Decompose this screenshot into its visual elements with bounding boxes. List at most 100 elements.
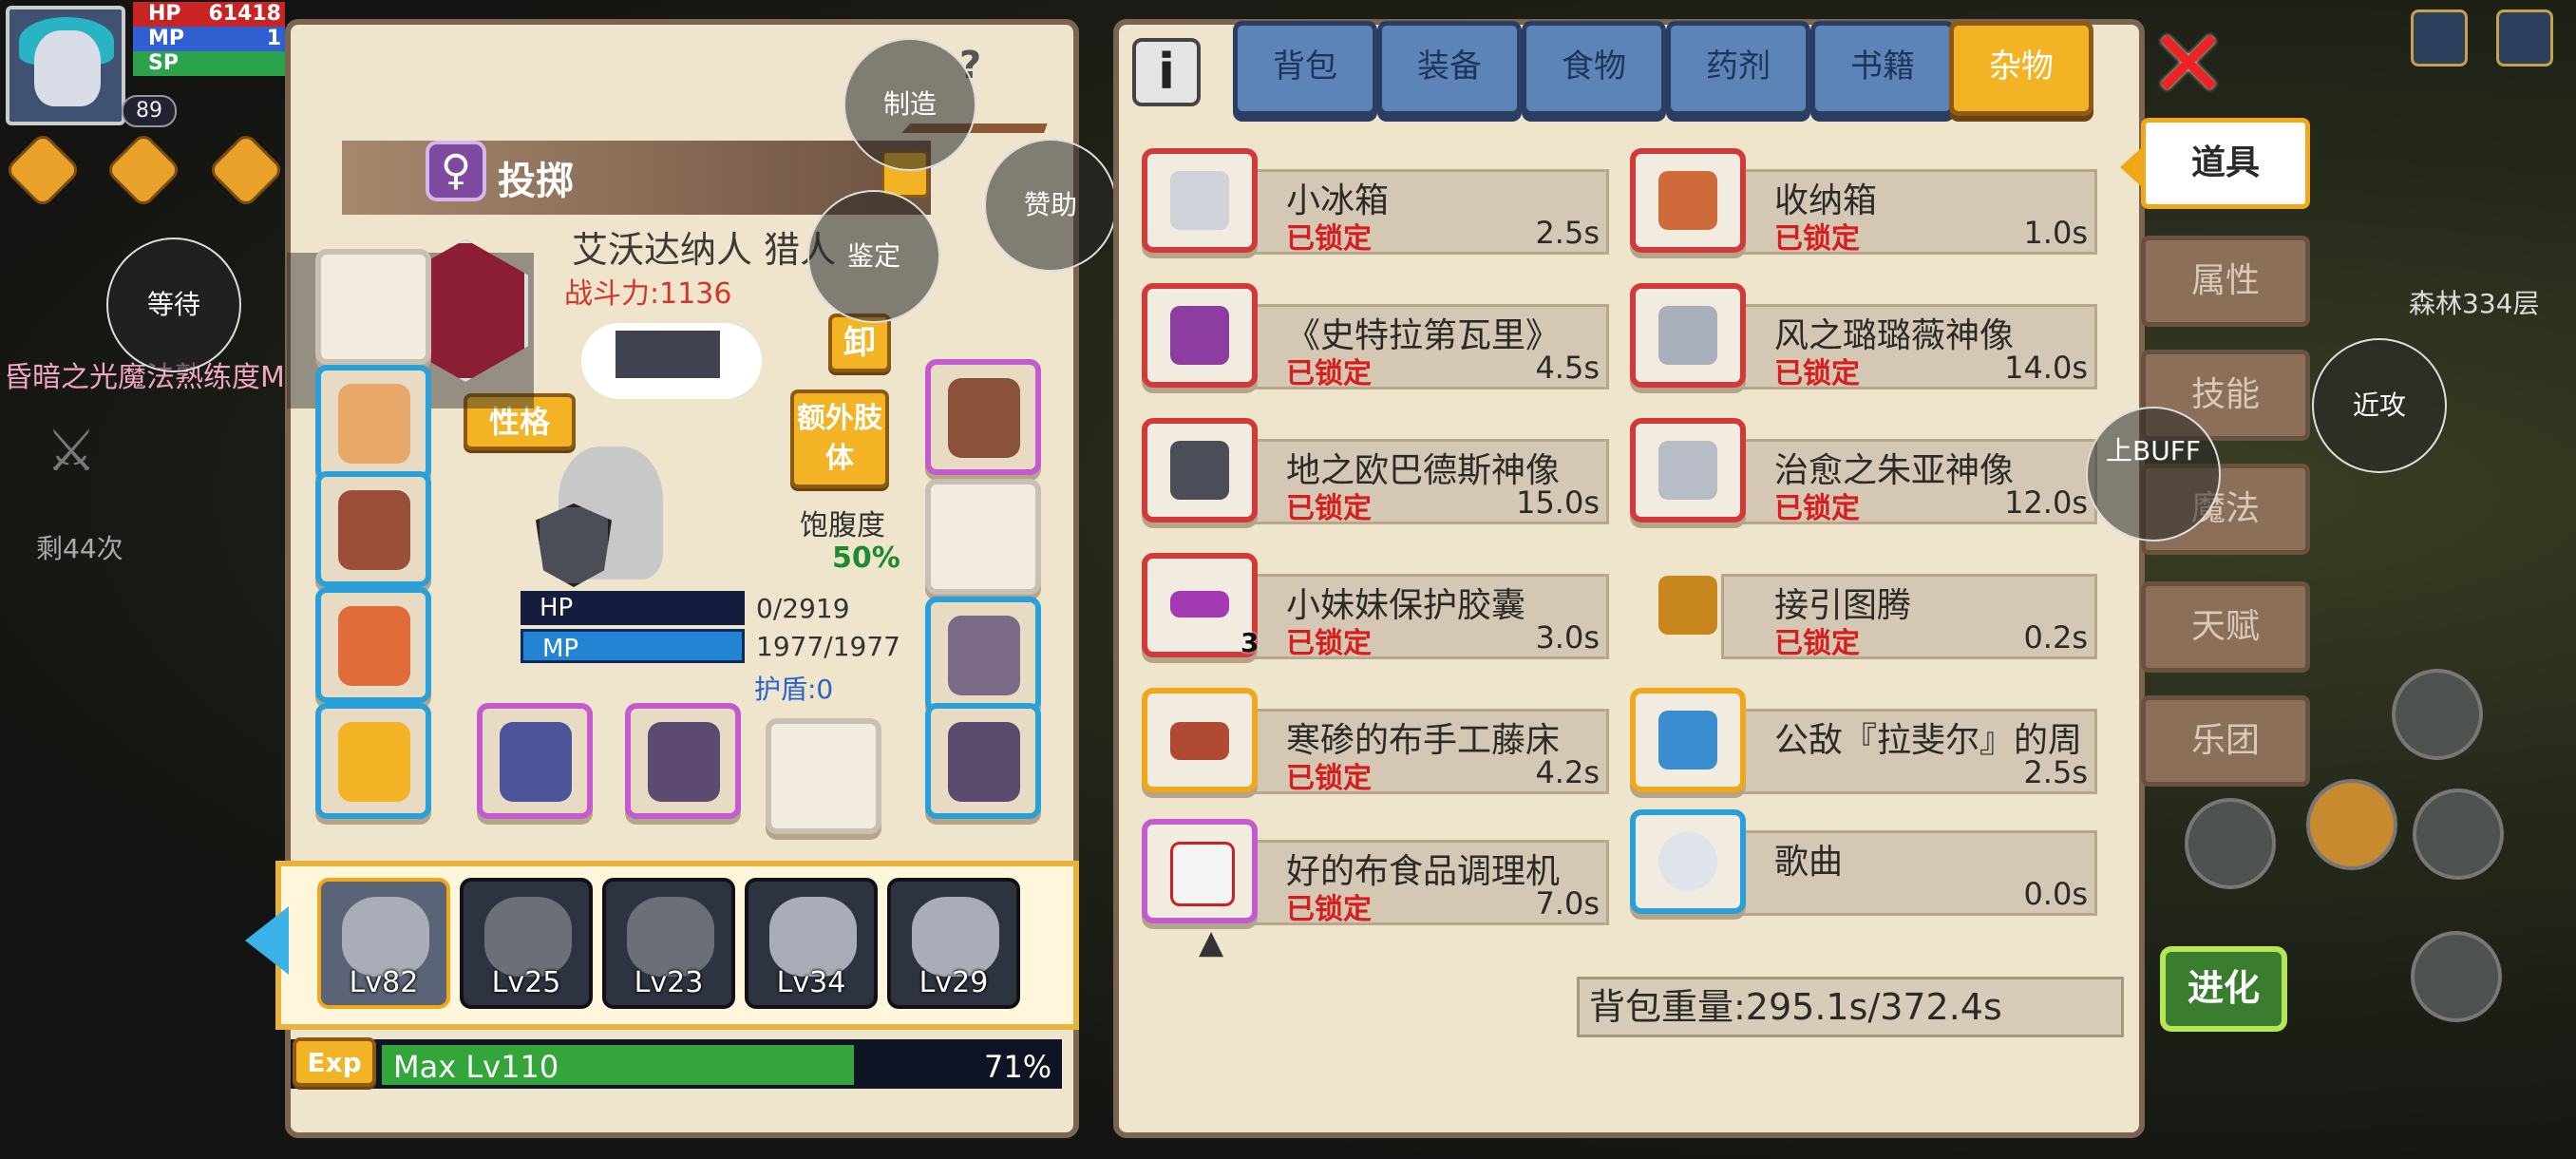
evolve-button[interactable]: 进化: [2160, 946, 2287, 1032]
info-button[interactable]: i: [1132, 38, 1201, 106]
equip-slot-empty[interactable]: [766, 718, 881, 834]
mp-value: 1: [266, 27, 281, 50]
shield-emblem-icon: [500, 722, 572, 802]
bow-icon[interactable]: [2411, 931, 2502, 1022]
inventory-item[interactable]: 小冰箱 已锁定 2.5s: [1142, 148, 1609, 256]
side-tab-pointer: [2120, 148, 2141, 186]
item-lock-status: 已锁定: [1286, 357, 1372, 390]
equip-slot-cloak[interactable]: [315, 471, 431, 587]
exit-icon[interactable]: [2496, 10, 2553, 66]
equip-slot-ring[interactable]: [315, 703, 431, 819]
appraise-button[interactable]: 鉴定: [807, 190, 940, 323]
item-icon-slot: [1142, 819, 1258, 923]
side-tab-items[interactable]: 道具: [2141, 118, 2310, 209]
equip-slot-shield[interactable]: [477, 703, 593, 819]
item-icon-slot: [1142, 283, 1258, 388]
character-mp-bar: MP: [521, 629, 745, 663]
violin-icon: [1170, 306, 1229, 365]
item-weight: 14.0s: [2004, 350, 2088, 386]
capsule-icon: [1170, 591, 1229, 618]
team-member[interactable]: Lv25: [460, 878, 593, 1009]
equip-slot-accessory[interactable]: [925, 479, 1041, 595]
tab-food[interactable]: 食物: [1522, 21, 1666, 116]
shield-value: 护盾:0: [754, 674, 834, 705]
tab-books[interactable]: 书籍: [1810, 21, 1955, 116]
side-tab-band[interactable]: 乐团: [2141, 695, 2310, 787]
equip-slot-boots[interactable]: [925, 597, 1041, 712]
craft-button[interactable]: 制造: [843, 38, 976, 171]
tab-potion[interactable]: 药剂: [1666, 21, 1810, 116]
equip-slot-neck[interactable]: [315, 365, 431, 481]
combat-power: 战斗力:1136: [564, 277, 732, 311]
tab-misc[interactable]: 杂物: [1949, 21, 2093, 116]
team-member[interactable]: Lv82: [317, 878, 450, 1009]
close-icon[interactable]: ✕: [2149, 17, 2228, 112]
inventory-item[interactable]: 3 小妹妹保护胶囊 已锁定 3.0s: [1142, 553, 1609, 660]
character-mp-value: 1977/1977: [756, 631, 900, 662]
team-member[interactable]: Lv29: [887, 878, 1020, 1009]
item-lock-status: 已锁定: [1774, 492, 1860, 525]
inventory-item[interactable]: 歌曲 0.0s: [1630, 809, 2097, 916]
extra-limb-button[interactable]: 额外肢体: [790, 390, 889, 488]
buff-button[interactable]: 上BUFF: [2086, 407, 2221, 542]
inventory-item[interactable]: 寒碜的布手工藤床 已锁定 4.2s: [1142, 688, 1609, 795]
pointer-cursor-icon: ▲: [1199, 923, 1224, 961]
player-sp-bar: SP: [133, 51, 285, 76]
map-location: 森林334层: [2409, 288, 2540, 319]
member-level: Lv25: [491, 966, 561, 999]
player-hp-bar: HP 61418: [133, 2, 285, 27]
side-tab-attributes[interactable]: 属性: [2141, 236, 2310, 327]
inventory-item[interactable]: 公敌『拉斐尔』的周 2.5s: [1630, 688, 2097, 794]
inventory-item[interactable]: 收纳箱 已锁定 1.0s: [1630, 148, 2097, 256]
item-weight: 2.5s: [2023, 754, 2088, 790]
item-icon-slot: [1630, 688, 1746, 792]
item-quantity: 3: [1241, 627, 1260, 658]
equip-slot-gloves[interactable]: [925, 359, 1041, 475]
equip-slot-belt[interactable]: [625, 703, 741, 819]
statue-icon: [1658, 441, 1717, 500]
satiety-value: 50%: [832, 542, 900, 575]
team-member[interactable]: Lv23: [602, 878, 735, 1009]
compass-icon[interactable]: [2413, 788, 2504, 880]
item-icon-slot: [1142, 418, 1258, 522]
inventory-item[interactable]: 地之欧巴德斯神像 已锁定 15.0s: [1142, 418, 1609, 525]
side-tab-talent[interactable]: 天赋: [2141, 581, 2310, 673]
shuriken-icon[interactable]: [2306, 779, 2397, 870]
skill-button[interactable]: [2392, 669, 2483, 760]
sp-label: SP: [148, 51, 179, 75]
crossed-swords-icon[interactable]: ⚔: [38, 418, 104, 484]
member-level: Lv29: [919, 966, 989, 999]
team-member[interactable]: Lv34: [745, 878, 878, 1009]
item-icon-slot: [1630, 148, 1746, 253]
inventory-item[interactable]: 治愈之朱亚神像 已锁定 12.0s: [1630, 418, 2097, 525]
item-weight: 4.2s: [1535, 754, 1600, 790]
item-icon-slot: [1142, 148, 1258, 253]
sponsor-button[interactable]: 赞助: [984, 139, 1117, 272]
inventory-item[interactable]: 风之璐璐薇神像 已锁定 14.0s: [1630, 283, 2097, 390]
equip-slot-armor[interactable]: [315, 587, 431, 703]
member-portrait: [627, 897, 714, 977]
inventory-item[interactable]: 接引图腾 已锁定 0.2s: [1630, 553, 2097, 660]
belt-icon: [648, 722, 720, 802]
tab-equipment[interactable]: 装备: [1377, 21, 1522, 116]
team-prev-arrow[interactable]: [245, 906, 289, 975]
tab-bag[interactable]: 背包: [1233, 21, 1377, 116]
inventory-item[interactable]: 《史特拉第瓦里》 已锁定 4.5s: [1142, 283, 1609, 390]
member-portrait: [912, 897, 999, 977]
equip-slot-ring2[interactable]: [925, 703, 1041, 819]
globe-icon[interactable]: [2411, 10, 2468, 66]
boots-icon: [948, 616, 1020, 695]
member-level: Lv23: [634, 966, 704, 999]
item-icon-slot: [1630, 418, 1746, 522]
cooker-icon: [1170, 842, 1235, 906]
player-portrait[interactable]: [6, 6, 125, 125]
swap-icon[interactable]: [2185, 798, 2276, 889]
inventory-item[interactable]: 好的布食品调理机 已锁定 7.0s: [1142, 819, 1609, 926]
melee-button[interactable]: 近攻: [2312, 338, 2447, 473]
storage-box-icon: [1658, 171, 1717, 230]
exp-percent: 71%: [984, 1049, 1052, 1085]
fridge-icon: [1170, 171, 1229, 230]
character-hp-value: 0/2919: [756, 593, 850, 624]
equip-slot-head[interactable]: [315, 249, 431, 365]
wait-button[interactable]: 等待: [106, 238, 241, 372]
